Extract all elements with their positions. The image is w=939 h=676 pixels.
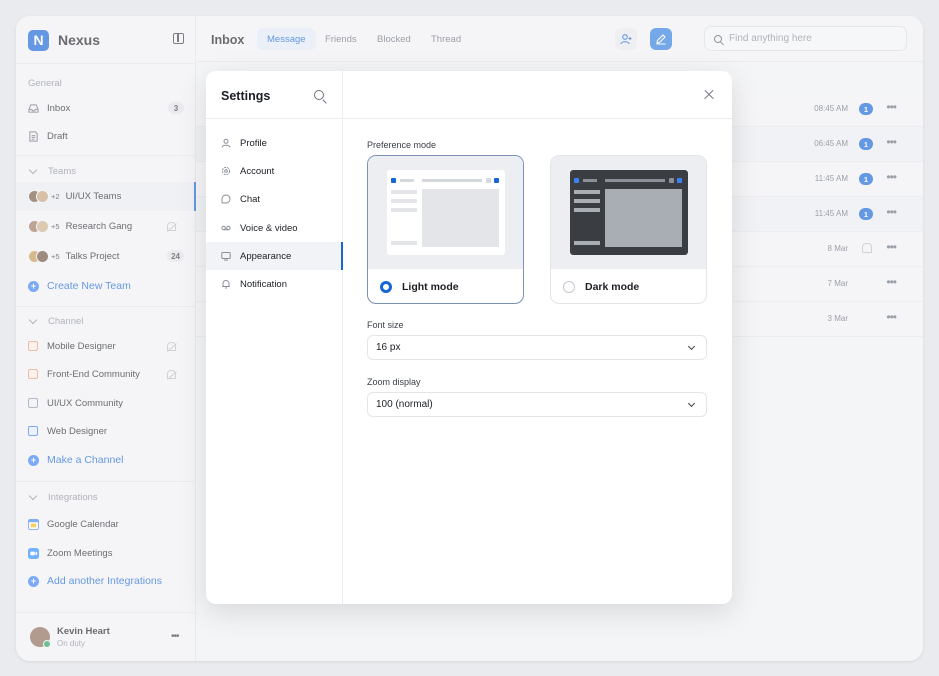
light-mode-label: Light mode xyxy=(402,281,459,293)
dark-mode-preview xyxy=(551,156,706,269)
dark-mode-option[interactable]: Dark mode xyxy=(551,269,706,303)
close-icon[interactable] xyxy=(703,89,715,101)
monitor-icon xyxy=(221,252,231,261)
settings-nav-label: Appearance xyxy=(240,250,292,262)
settings-nav-chat[interactable]: Chat xyxy=(206,185,343,213)
font-size-label: Font size xyxy=(367,320,404,330)
zoom-display-label: Zoom display xyxy=(367,377,421,387)
search-icon[interactable] xyxy=(314,90,324,100)
settings-nav-label: Profile xyxy=(240,137,267,149)
settings-title: Settings xyxy=(221,89,271,103)
bell-icon xyxy=(222,279,230,289)
light-theme-illustration xyxy=(387,170,505,255)
dark-mode-card[interactable]: Dark mode xyxy=(550,155,707,304)
settings-nav-label: Notification xyxy=(240,278,287,290)
chat-icon xyxy=(221,194,231,204)
light-mode-option[interactable]: Light mode xyxy=(368,269,523,303)
settings-nav-label: Chat xyxy=(240,193,261,205)
chevron-down-icon xyxy=(687,399,696,408)
settings-nav-label: Account xyxy=(240,165,275,177)
profile-icon xyxy=(221,138,231,148)
settings-nav-profile[interactable]: Profile xyxy=(206,129,343,157)
font-size-select[interactable]: 16 px xyxy=(367,335,707,360)
voicemail-icon xyxy=(221,225,231,231)
settings-modal: Settings Profile Account Chat Voice & vi… xyxy=(206,71,732,604)
gear-icon xyxy=(221,166,231,176)
light-mode-preview xyxy=(368,156,523,269)
dark-mode-label: Dark mode xyxy=(585,281,640,293)
settings-nav-voice-video[interactable]: Voice & video xyxy=(206,214,343,242)
font-size-value: 16 px xyxy=(376,342,401,353)
dark-theme-illustration xyxy=(570,170,688,255)
preference-mode-label: Preference mode xyxy=(367,140,437,150)
light-mode-card[interactable]: Light mode xyxy=(367,155,524,304)
settings-nav-notification[interactable]: Notification xyxy=(206,270,343,298)
zoom-display-select[interactable]: 100 (normal) xyxy=(367,392,707,417)
settings-nav: Settings Profile Account Chat Voice & vi… xyxy=(206,71,343,604)
settings-nav-appearance[interactable]: Appearance xyxy=(206,242,343,270)
app-window: N Nexus General Inbox 3 Draft Teams +2 U… xyxy=(16,16,923,661)
settings-nav-label: Voice & video xyxy=(240,222,298,234)
chevron-down-icon xyxy=(687,342,696,351)
radio-selected-icon[interactable] xyxy=(380,281,392,293)
settings-nav-account[interactable]: Account xyxy=(206,157,343,185)
divider xyxy=(206,118,732,119)
zoom-display-value: 100 (normal) xyxy=(376,399,433,410)
radio-unselected-icon[interactable] xyxy=(563,281,575,293)
